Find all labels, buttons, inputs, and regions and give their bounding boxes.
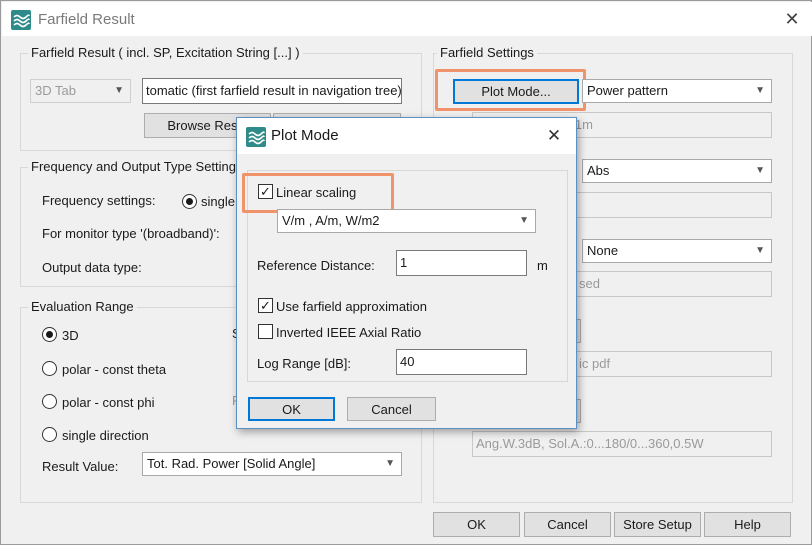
settings-combo-3[interactable]: None ▼	[582, 239, 772, 263]
help-button[interactable]: Help	[704, 512, 791, 537]
farfield-approximation-checkbox[interactable]: ✓	[258, 298, 273, 313]
linear-scaling-checkbox[interactable]: ✓	[258, 184, 273, 199]
ok-button[interactable]: OK	[433, 512, 520, 537]
result-value-combo[interactable]: Tot. Rad. Power [Solid Angle] ▼	[142, 452, 402, 476]
chevron-down-icon: ▼	[114, 85, 124, 96]
close-icon[interactable]: ✕	[544, 126, 564, 146]
single-label: single	[201, 194, 235, 209]
chevron-down-icon: ▼	[385, 458, 395, 469]
inverted-ieee-checkbox[interactable]	[258, 324, 273, 339]
units-combo[interactable]: V/m , A/m, W/m2 ▼	[277, 209, 536, 233]
plot-mode-dialog: Plot Mode ✕ ✓ Linear scaling V/m , A/m, …	[236, 117, 577, 429]
label-3d: 3D	[62, 328, 79, 343]
frequency-legend: Frequency and Output Type Setting	[28, 159, 240, 174]
reference-distance-input[interactable]: 1	[396, 250, 527, 276]
log-range-input[interactable]: 40	[396, 349, 527, 375]
tab-combo[interactable]: 3D Tab ▼	[30, 79, 131, 103]
output-data-type-label: Output data type:	[42, 260, 142, 275]
chevron-down-icon: ▼	[755, 245, 765, 256]
label-polar-theta: polar - const theta	[62, 362, 167, 377]
dialog-cancel-button[interactable]: Cancel	[347, 397, 436, 421]
label-polar-phi: polar - const phi	[62, 395, 155, 410]
reference-distance-label: Reference Distance:	[257, 258, 375, 273]
chevron-down-icon: ▼	[519, 215, 529, 226]
radio-3d[interactable]	[42, 327, 57, 342]
settings-field-ang: Ang.W.3dB, Sol.A.:0...180/0...360,0.5W	[472, 431, 772, 457]
frequency-settings-label: Frequency settings:	[42, 193, 156, 208]
result-value-label: Result Value:	[42, 459, 119, 474]
linear-scaling-label: Linear scaling	[276, 185, 357, 200]
plot-mode-button[interactable]: Plot Mode...	[453, 79, 579, 104]
evaluation-range-legend: Evaluation Range	[28, 299, 137, 314]
title-bar: Farfield Result ✕	[2, 2, 812, 36]
plot-mode-combo[interactable]: Power pattern ▼	[582, 79, 772, 103]
farfield-result-field[interactable]: tomatic (first farfield result in naviga…	[142, 78, 402, 104]
cancel-button[interactable]: Cancel	[524, 512, 611, 537]
farfield-result-legend: Farfield Result ( incl. SP, Excitation S…	[28, 45, 303, 60]
settings-combo-2[interactable]: Abs ▼	[582, 159, 772, 183]
farfield-settings-legend: Farfield Settings	[437, 45, 537, 60]
log-range-label: Log Range [dB]:	[257, 356, 351, 371]
dialog-title-bar: Plot Mode ✕	[237, 118, 576, 154]
inverted-ieee-label: Inverted IEEE Axial Ratio	[276, 325, 422, 340]
chevron-down-icon: ▼	[755, 165, 765, 176]
farfield-approximation-label: Use farfield approximation	[276, 299, 428, 314]
label-single-direction: single direction	[62, 428, 149, 443]
reference-distance-unit: m	[537, 258, 548, 273]
radio-single-direction[interactable]	[42, 427, 57, 442]
radio-polar-phi[interactable]	[42, 394, 57, 409]
radio-polar-theta[interactable]	[42, 361, 57, 376]
window-title: Farfield Result	[38, 11, 135, 28]
app-logo-icon	[246, 127, 266, 147]
app-logo-icon	[11, 10, 31, 30]
chevron-down-icon: ▼	[755, 85, 765, 96]
close-icon[interactable]: ✕	[782, 9, 802, 29]
monitor-type-label: For monitor type '(broadband)':	[42, 226, 220, 241]
store-setup-button[interactable]: Store Setup	[614, 512, 701, 537]
dialog-title: Plot Mode	[271, 127, 339, 144]
single-radio[interactable]	[182, 194, 197, 209]
dialog-ok-button[interactable]: OK	[248, 397, 335, 421]
